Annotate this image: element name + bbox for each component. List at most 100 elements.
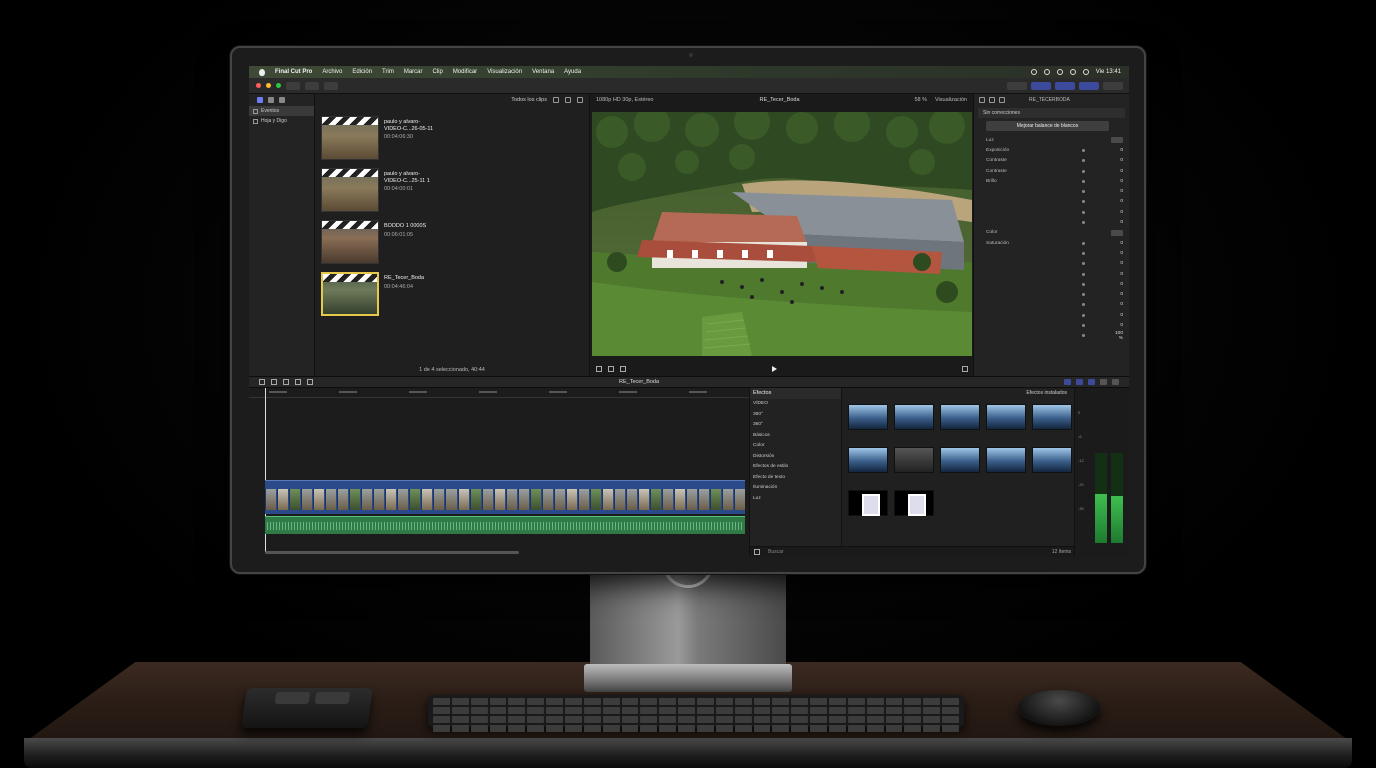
effect-item[interactable] <box>848 490 890 518</box>
clip-item[interactable]: paulo y alvaro- VIDEO-C...25-11 1 00:04:… <box>321 168 581 214</box>
correction-menu[interactable]: Sin correcciones <box>978 108 1125 118</box>
clip-appearance-icon[interactable] <box>1100 379 1107 385</box>
effect-item[interactable] <box>894 447 936 475</box>
reset-dot-icon[interactable] <box>1082 262 1085 266</box>
minimize-window-button[interactable] <box>266 83 271 88</box>
video-frame[interactable] <box>592 112 972 356</box>
inspector-row[interactable]: 0 <box>974 320 1129 330</box>
inspector-row-value[interactable]: 0 <box>1113 220 1123 225</box>
snapping-icon[interactable] <box>1076 379 1083 385</box>
background-tasks-button[interactable] <box>324 81 338 90</box>
timeline-ruler[interactable] <box>249 388 749 398</box>
clip-thumbnail[interactable] <box>321 220 379 264</box>
skimming-icon[interactable] <box>1064 379 1071 385</box>
reset-dot-icon[interactable] <box>1082 323 1085 327</box>
effect-item[interactable] <box>986 447 1028 475</box>
workspace-button[interactable] <box>1007 81 1027 90</box>
inspector-row-value[interactable]: 0 <box>1113 323 1123 328</box>
menu-item[interactable]: Visualización <box>487 69 522 75</box>
effects-category[interactable]: Efectos de estilo <box>750 462 841 473</box>
inspector-row-value[interactable]: 0 <box>1113 169 1123 174</box>
effect-thumbnail[interactable] <box>986 447 1026 473</box>
effect-item[interactable] <box>894 490 936 518</box>
view-menu[interactable]: Visualización <box>935 97 967 103</box>
sidebar-item-event[interactable]: Hoja y Digo <box>249 116 314 126</box>
inspector-row-value[interactable]: 0 <box>1113 261 1123 266</box>
search-icon[interactable] <box>1069 69 1076 75</box>
balance-button[interactable]: Mejorar balance de blancos <box>986 121 1109 131</box>
effect-thumbnail[interactable] <box>848 490 888 516</box>
effects-category[interactable]: 360° <box>750 420 841 431</box>
inspector-row-value[interactable]: 0 <box>1113 313 1123 318</box>
menu-item[interactable]: Archivo <box>322 69 342 75</box>
effect-thumbnail[interactable] <box>894 404 934 430</box>
section-toggle[interactable] <box>1111 137 1123 144</box>
menu-item[interactable]: Marcar <box>404 69 423 75</box>
effect-item[interactable] <box>940 447 982 475</box>
reset-dot-icon[interactable] <box>1082 190 1085 194</box>
effect-item[interactable] <box>1032 404 1074 432</box>
fullscreen-icon[interactable] <box>962 366 968 372</box>
effects-category[interactable]: Color <box>750 441 841 452</box>
inspector-row[interactable]: Exposición 0 <box>974 145 1129 155</box>
clip-filter-menu[interactable]: Todos los clips <box>511 97 547 103</box>
clip-item[interactable]: paulo y alvaro- VIDEO-C...26-05-11 00:04… <box>321 116 581 162</box>
inspector-section[interactable]: Luz <box>974 135 1129 145</box>
inspector-row[interactable]: Brillo 0 <box>974 176 1129 186</box>
effect-item[interactable] <box>1032 447 1074 475</box>
sidebar-item-events[interactable]: Eventos <box>249 106 314 116</box>
inspector-row-value[interactable]: 100 % <box>1113 331 1123 341</box>
play-icon[interactable] <box>772 366 777 372</box>
inspector-row[interactable]: 0 <box>974 289 1129 299</box>
effect-thumbnail[interactable] <box>848 404 888 430</box>
reset-dot-icon[interactable] <box>1082 293 1085 297</box>
zoom-menu[interactable]: 58 % <box>914 97 927 103</box>
photos-tab-icon[interactable] <box>268 97 274 103</box>
installed-effects-menu[interactable]: Efectos instalados <box>842 388 1075 398</box>
inspector-row[interactable]: 0 <box>974 300 1129 310</box>
select-tool-icon[interactable] <box>307 379 313 385</box>
effects-category[interactable]: Efecto de texto <box>750 472 841 483</box>
section-toggle[interactable] <box>1111 229 1123 236</box>
reset-dot-icon[interactable] <box>1082 251 1085 255</box>
zoom-window-button[interactable] <box>276 83 281 88</box>
effects-category[interactable]: Distorsión <box>750 451 841 462</box>
inspector-row-value[interactable]: 0 <box>1113 148 1123 153</box>
effect-thumbnail[interactable] <box>894 490 934 516</box>
insert-clip-icon[interactable] <box>283 379 289 385</box>
effect-thumbnail[interactable] <box>894 447 934 473</box>
inspector-row-value[interactable]: 0 <box>1113 241 1123 246</box>
reset-dot-icon[interactable] <box>1082 334 1085 338</box>
effect-thumbnail[interactable] <box>848 447 888 473</box>
effects-category[interactable]: Luz <box>750 493 841 504</box>
effect-item[interactable] <box>986 404 1028 432</box>
inspector-row[interactable]: 0 <box>974 197 1129 207</box>
inspector-row[interactable]: 0 <box>974 310 1129 320</box>
menu-item[interactable]: Modificar <box>453 69 477 75</box>
app-menu[interactable]: Final Cut Pro <box>275 69 312 75</box>
effect-thumbnail[interactable] <box>986 404 1026 430</box>
view-options-icon[interactable] <box>565 97 571 103</box>
inspector-row[interactable]: Contraste 0 <box>974 156 1129 166</box>
inspector-row-value[interactable]: 0 <box>1113 282 1123 287</box>
transform-icon[interactable] <box>608 366 614 372</box>
effect-item[interactable] <box>940 404 982 432</box>
reset-dot-icon[interactable] <box>1082 148 1085 152</box>
control-center-icon[interactable] <box>1082 69 1089 75</box>
close-window-button[interactable] <box>256 83 261 88</box>
apple-menu-icon[interactable] <box>259 68 265 76</box>
inspector-row-value[interactable]: 0 <box>1113 199 1123 204</box>
clip-appearance-icon[interactable] <box>553 97 559 103</box>
view-options-icon[interactable] <box>596 366 602 372</box>
inspector-section[interactable]: Color <box>974 228 1129 238</box>
inspector-row-value[interactable]: 0 <box>1113 302 1123 307</box>
reset-dot-icon[interactable] <box>1082 282 1085 286</box>
speed-icon[interactable] <box>620 366 626 372</box>
menu-item[interactable]: Edición <box>352 69 372 75</box>
index-icon[interactable] <box>259 379 265 385</box>
reset-dot-icon[interactable] <box>1082 169 1085 173</box>
effects-category[interactable]: Básicos <box>750 430 841 441</box>
keywords-button[interactable] <box>305 81 319 90</box>
reset-dot-icon[interactable] <box>1082 159 1085 163</box>
toggle-browser-button[interactable] <box>1031 81 1051 90</box>
